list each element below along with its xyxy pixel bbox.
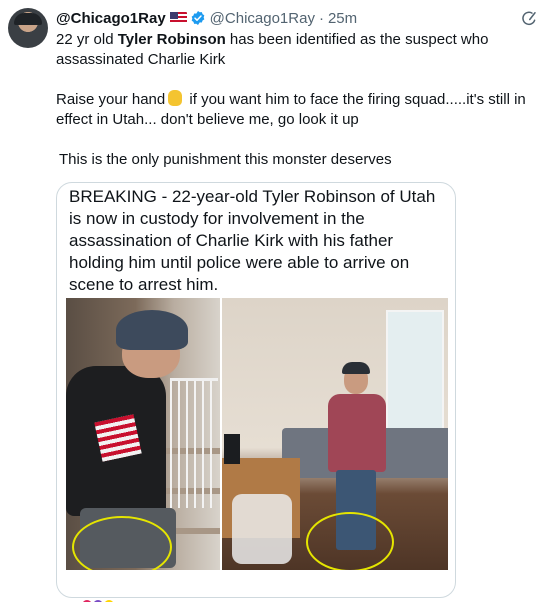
timestamp[interactable]: 25m — [328, 10, 357, 27]
post-text-line-1: 22 yr old Tyler Robinson has been identi… — [56, 31, 489, 68]
highlight-circle-shoes-right — [306, 512, 394, 570]
avatar[interactable] — [8, 8, 48, 48]
partial-avatars — [82, 597, 122, 602]
grok-icon[interactable] — [520, 9, 538, 27]
verified-badge-icon[interactable] — [190, 10, 206, 26]
suspect-name: Tyler Robinson — [117, 31, 226, 48]
photo-stairwell[interactable] — [66, 298, 220, 570]
highlight-circle-shoes-left — [72, 516, 172, 570]
quoted-post-card[interactable]: BREAKING - 22-year-old Tyler Robinson of… — [56, 182, 456, 598]
quoted-post-text: BREAKING - 22-year-old Tyler Robinson of… — [69, 187, 436, 294]
post-header: @Chicago1Ray @Chicago1Ray · 25m — [56, 8, 538, 28]
separator-dot: · — [318, 9, 324, 27]
post-text-line-3: This is the only punishment this monster… — [59, 151, 392, 168]
raised-hand-emoji-icon — [168, 90, 183, 106]
handle[interactable]: @Chicago1Ray — [210, 10, 315, 27]
display-name[interactable]: @Chicago1Ray — [56, 10, 166, 27]
photo-dorm-room[interactable] — [222, 298, 448, 570]
us-flag-icon — [169, 12, 187, 24]
post-text-line-2: Raise your hand if you want him to face … — [56, 90, 526, 128]
